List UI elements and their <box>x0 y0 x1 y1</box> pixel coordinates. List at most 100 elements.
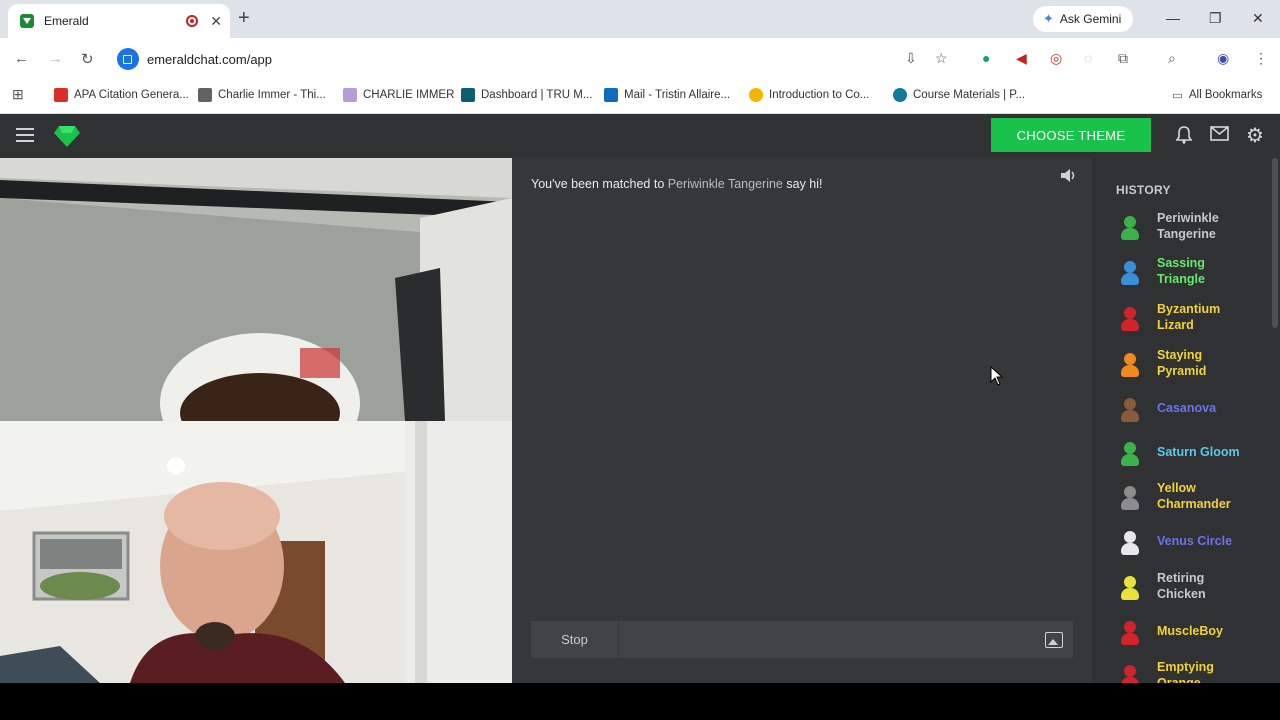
history-item-name: Sassing Triangle <box>1157 256 1205 286</box>
bookmark-label: Introduction to Co... <box>769 89 870 101</box>
history-item-name: Saturn Gloom <box>1157 445 1240 460</box>
message-input[interactable] <box>619 621 1045 658</box>
avatar-icon <box>1116 212 1144 242</box>
bookmark-label: Charlie Immer - Thi... <box>218 89 326 101</box>
history-item-name: Venus Circle <box>1157 534 1233 549</box>
bookmark-mail[interactable]: Mail - Tristin Allaire... <box>604 88 730 102</box>
screen-bottom-border <box>0 683 1280 720</box>
forward-icon[interactable]: → <box>48 50 63 67</box>
close-window-icon[interactable]: ✕ <box>1252 10 1264 27</box>
gemini-sparkle-icon: ✦ <box>1043 11 1054 26</box>
stranger-video-frame <box>0 158 512 421</box>
speaker-volume-icon[interactable] <box>1060 168 1076 187</box>
history-item[interactable]: MuscleBoy <box>1116 617 1247 647</box>
site-info-icon[interactable] <box>117 48 139 70</box>
mouse-cursor-icon <box>990 366 1004 386</box>
recording-icon <box>186 15 199 27</box>
history-item-name: Periwinkle Tangerine <box>1157 211 1219 241</box>
avatar-icon <box>1116 617 1144 647</box>
new-tab-button[interactable]: + <box>238 8 250 28</box>
restore-icon[interactable]: ❐ <box>1209 10 1222 27</box>
outlook-favicon-icon <box>604 88 618 102</box>
bookmark-course-materials[interactable]: Course Materials | P... <box>893 88 1025 102</box>
history-item[interactable]: Periwinkle Tangerine <box>1116 211 1247 242</box>
history-title: HISTORY <box>1116 183 1171 197</box>
close-tab-icon[interactable]: ✕ <box>210 13 222 30</box>
extension-icon[interactable]: ◌ <box>1084 50 1092 66</box>
avatar-icon <box>1116 349 1144 379</box>
ask-gemini-label: Ask Gemini <box>1059 12 1122 26</box>
history-item[interactable]: Sassing Triangle <box>1116 256 1247 287</box>
app-header: CHOOSE THEME ⚙ <box>0 114 1280 158</box>
charlie-immer-favicon-icon <box>343 88 357 102</box>
hamburger-menu-icon[interactable] <box>16 128 34 142</box>
history-item[interactable]: Emptying Orange <box>1116 660 1247 683</box>
stranger-video-feed <box>0 158 512 421</box>
all-bookmarks-button[interactable]: ▭ All Bookmarks <box>1172 88 1262 102</box>
avatar-icon <box>1116 572 1144 602</box>
history-item[interactable]: Casanova <box>1116 394 1247 424</box>
minimize-icon[interactable]: — <box>1166 10 1180 26</box>
address-bar[interactable]: emeraldchat.com/app <box>112 43 960 75</box>
bookmark-apa-citation[interactable]: APA Citation Genera... <box>54 88 189 102</box>
history-item-name: Emptying Orange <box>1157 660 1214 683</box>
history-item[interactable]: Byzantium Lizard <box>1116 302 1247 333</box>
history-scrollbar[interactable] <box>1272 158 1278 328</box>
bookmark-dashboard-tru[interactable]: Dashboard | TRU M... <box>461 88 592 102</box>
match-suffix: say hi! <box>786 177 823 191</box>
grammarly-extension-icon[interactable]: ● <box>982 50 990 66</box>
ask-gemini-button[interactable]: ✦ Ask Gemini <box>1033 6 1134 32</box>
tab-emerald[interactable]: Emerald ✕ <box>8 4 230 38</box>
apps-grid-icon[interactable]: ⊞ <box>12 86 24 103</box>
chat-panel: You've been matched to Periwinkle Tanger… <box>512 158 1092 683</box>
settings-gear-icon[interactable]: ⚙ <box>1246 123 1264 148</box>
install-app-icon[interactable]: ⇩ <box>905 50 917 67</box>
bookmark-label: CHARLIE IMMER <box>363 89 455 101</box>
stop-button[interactable]: Stop <box>531 621 619 658</box>
url-text: emeraldchat.com/app <box>147 51 273 67</box>
bookmark-charlie-immer[interactable]: CHARLIE IMMER <box>343 88 454 102</box>
avatar-icon <box>1116 438 1144 468</box>
profile-avatar-icon[interactable]: ◉ <box>1217 50 1229 67</box>
self-video-feed <box>0 421 512 683</box>
match-message: You've been matched to Periwinkle Tanger… <box>531 177 823 191</box>
reload-icon[interactable]: ↻ <box>81 50 94 68</box>
avatar-icon <box>1116 394 1144 424</box>
history-item[interactable]: Retiring Chicken <box>1116 571 1247 602</box>
bookmarks-bar: ⊞ APA Citation Genera... Charlie Immer -… <box>0 80 1280 114</box>
self-video-frame <box>0 421 512 683</box>
audio-extension-icon[interactable]: ◀ <box>1016 50 1027 67</box>
history-sidebar: HISTORY Periwinkle Tangerine Sassing Tri… <box>1092 158 1280 683</box>
avatar-icon <box>1116 257 1144 287</box>
tab-title: Emerald <box>44 14 89 28</box>
history-item[interactable]: Staying Pyramid <box>1116 348 1247 379</box>
bookmark-introduction[interactable]: Introduction to Co... <box>749 88 869 102</box>
history-item[interactable]: Saturn Gloom <box>1116 438 1247 468</box>
menu-kebab-icon[interactable]: ⋮ <box>1254 50 1268 67</box>
back-icon[interactable]: ← <box>14 50 29 67</box>
match-prefix: You've been matched to <box>531 177 665 191</box>
notifications-bell-icon[interactable] <box>1175 126 1193 149</box>
dashboard-favicon-icon <box>461 88 475 102</box>
matched-user-name[interactable]: Periwinkle Tangerine <box>668 177 783 191</box>
browser-toolbar: ← → ↻ emeraldchat.com/app ⇩ ☆ ● ◀ ◎ ◌ ⧉ … <box>0 38 1280 80</box>
tab-search-icon[interactable]: ⌕ <box>1168 50 1176 67</box>
history-item-name: Casanova <box>1157 401 1217 416</box>
history-item-name: Yellow Charmander <box>1157 481 1231 511</box>
course-favicon-icon <box>893 88 907 102</box>
bookmark-star-icon[interactable]: ☆ <box>935 50 948 67</box>
history-item[interactable]: Venus Circle <box>1116 527 1247 557</box>
bookmark-label: Mail - Tristin Allaire... <box>624 89 731 101</box>
choose-theme-button[interactable]: CHOOSE THEME <box>991 118 1151 152</box>
send-image-icon[interactable] <box>1045 631 1063 648</box>
avatar-icon <box>1116 661 1144 683</box>
bookmark-charlie-immer-thi[interactable]: Charlie Immer - Thi... <box>198 88 326 102</box>
emerald-logo-icon[interactable] <box>54 124 80 148</box>
avatar-icon <box>1116 303 1144 333</box>
history-item[interactable]: Yellow Charmander <box>1116 481 1247 512</box>
intro-favicon-icon <box>749 88 763 102</box>
screen-capture-extension-icon[interactable]: ◎ <box>1050 50 1062 67</box>
messages-envelope-icon[interactable] <box>1210 126 1229 146</box>
extensions-puzzle-icon[interactable]: ⧉ <box>1118 50 1128 67</box>
history-item-name: Retiring Chicken <box>1157 571 1206 601</box>
